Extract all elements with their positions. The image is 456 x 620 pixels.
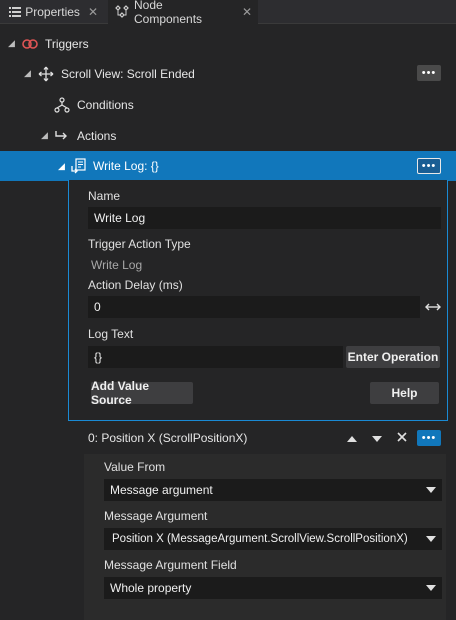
message-argument-field-label: Message Argument Field xyxy=(104,558,237,572)
help-button[interactable]: Help xyxy=(370,382,439,404)
conditions-icon xyxy=(54,96,70,113)
value-from-dropdown[interactable]: Message argument xyxy=(104,479,442,501)
message-argument-selected: Position X (MessageArgument.ScrollView.S… xyxy=(112,533,408,545)
tree-row-triggers[interactable]: ◢ Triggers xyxy=(0,28,456,59)
message-argument-dropdown[interactable]: Position X (MessageArgument.ScrollView.S… xyxy=(104,528,442,550)
action-delay-field[interactable]: 0 xyxy=(88,296,420,318)
enter-operation-button[interactable]: Enter Operation xyxy=(346,346,440,368)
trigger-action-type-value: Write Log xyxy=(91,258,143,272)
move-down-icon[interactable] xyxy=(371,432,383,446)
message-argument-field-dropdown[interactable]: Whole property xyxy=(104,577,442,599)
tree-label-conditions: Conditions xyxy=(77,97,134,112)
value-from-label: Value From xyxy=(104,460,166,474)
tree-row-actions[interactable]: ◢ Actions xyxy=(0,120,456,151)
trigger-action-type-label: Trigger Action Type xyxy=(88,237,191,251)
name-label: Name xyxy=(88,189,121,203)
message-argument-field-selected: Whole property xyxy=(110,581,192,595)
close-icon[interactable]: ✕ xyxy=(88,5,98,19)
move-up-icon[interactable] xyxy=(346,432,358,446)
expand-triangle-icon[interactable]: ◢ xyxy=(8,38,15,49)
more-options-button[interactable]: ••• xyxy=(417,65,441,81)
expand-triangle-icon[interactable]: ◢ xyxy=(41,130,48,141)
list-icon xyxy=(8,7,21,17)
tab-label: Node Components xyxy=(133,0,203,26)
add-value-source-button[interactable]: Add Value Source xyxy=(91,379,193,407)
remove-icon[interactable] xyxy=(397,431,407,445)
chevron-down-icon xyxy=(426,536,436,542)
chevron-down-icon xyxy=(426,585,436,591)
expand-triangle-icon[interactable]: ◢ xyxy=(58,161,65,172)
name-field[interactable]: Write Log xyxy=(88,207,441,229)
more-options-button[interactable]: ••• xyxy=(417,158,441,174)
tab-bar: Properties ✕ Node Components ✕ xyxy=(0,0,456,26)
tree-label-write-log: Write Log: {} xyxy=(93,159,159,173)
tab-properties[interactable]: Properties ✕ xyxy=(2,0,104,24)
more-options-button[interactable]: ••• xyxy=(417,430,441,446)
drag-adjust-icon[interactable] xyxy=(424,301,442,313)
expand-triangle-icon[interactable]: ◢ xyxy=(24,68,31,79)
tree-row-write-log[interactable]: ◢ Write Log: {} ••• xyxy=(0,151,456,181)
trigger-icon xyxy=(22,36,38,52)
value-from-selected: Message argument xyxy=(110,483,213,497)
tree-label-triggers: Triggers xyxy=(45,36,89,51)
node-components-icon xyxy=(114,5,130,19)
tab-node-components[interactable]: Node Components ✕ xyxy=(108,0,258,26)
write-log-icon xyxy=(71,158,87,174)
tree-label-scroll-view: Scroll View: Scroll Ended xyxy=(61,66,195,81)
log-text-label: Log Text xyxy=(88,327,134,341)
action-delay-label: Action Delay (ms) xyxy=(88,278,183,292)
actions-arrow-icon xyxy=(54,128,70,144)
value-source-header[interactable]: 0: Position X (ScrollPositionX) ••• xyxy=(0,422,456,453)
move-arrows-icon xyxy=(38,66,54,82)
value-source-title: 0: Position X (ScrollPositionX) xyxy=(88,430,248,445)
tab-label: Properties xyxy=(25,5,80,19)
tree-row-scroll-view[interactable]: ◢ Scroll View: Scroll Ended ••• xyxy=(0,58,456,89)
tree-row-conditions[interactable]: Conditions xyxy=(0,89,456,120)
message-argument-label: Message Argument xyxy=(104,509,208,523)
tree-label-actions: Actions xyxy=(77,128,117,143)
close-icon[interactable]: ✕ xyxy=(242,5,252,19)
log-text-field[interactable]: {} xyxy=(88,346,343,368)
chevron-down-icon xyxy=(426,487,436,493)
